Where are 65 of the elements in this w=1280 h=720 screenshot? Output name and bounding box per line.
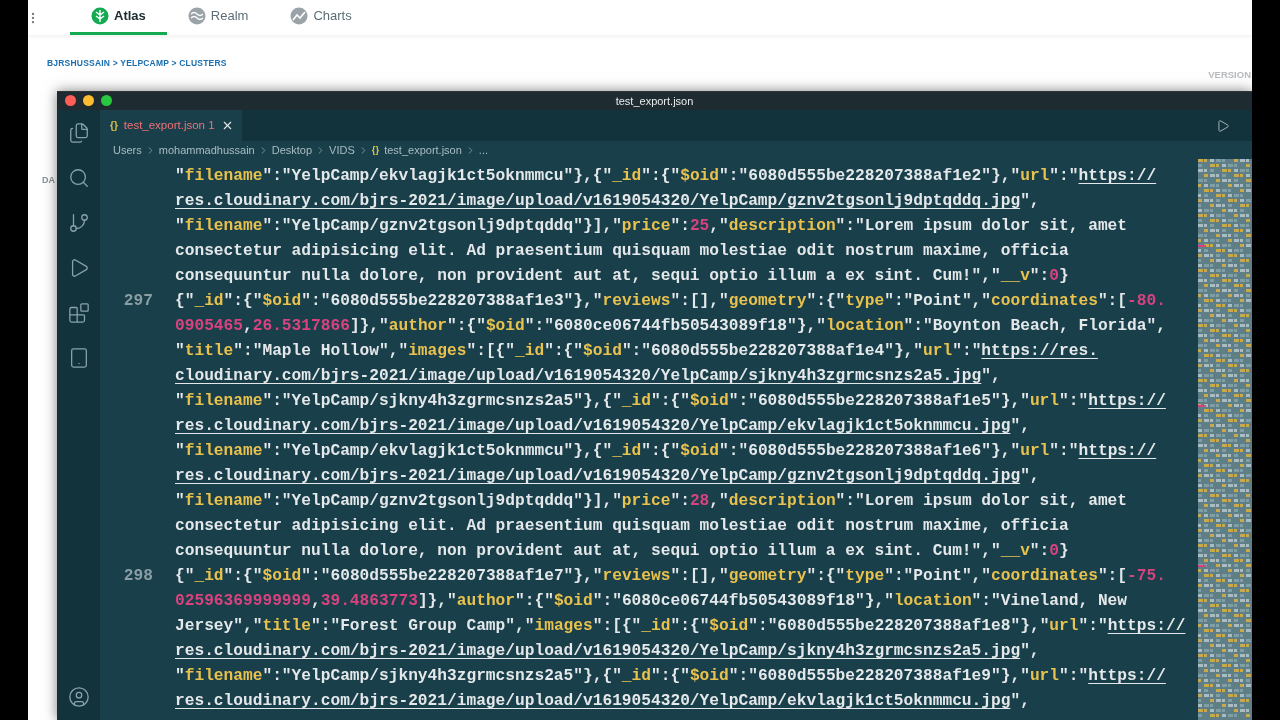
- code-link[interactable]: res.cloudinary.com/bjrs-2021/image/upload/v1619054320/YelpCamp/sjkny4h3zgrmcsnzs2a5.jpg: [175, 642, 1021, 660]
- zoom-window-icon[interactable]: [101, 95, 112, 106]
- code-line: "filename":"YelpCamp/ekvlagjk1ct5oknmmcu"},{"_id":{"$oid":"6080d555be228207388af1e6"},"url":"https://: [175, 441, 1157, 462]
- code-line: res.cloudinary.com/bjrs-2021/image/upload/v1619054320/YelpCamp/gznv2tgsonlj9dptqddq.jpg",: [175, 466, 1040, 487]
- version-label: VERSION: [1208, 68, 1251, 82]
- code-line: "filename":"YelpCamp/gznv2tgsonlj9dptqddq"}],"price":28,"description":"Lorem ipsum dolor sit, amet: [175, 491, 1128, 512]
- code-link[interactable]: res.cloudinary.com/bjrs-2021/image/upload/v1619054320/YelpCamp/ekvlagjk1ct5oknmmcu.jpg: [175, 417, 1011, 435]
- breadcrumb: BJRSHUSSAIN > YELPCAMP > CLUSTERS: [47, 57, 227, 70]
- code-line: consequuntur nulla dolore, non provident aut at, sequi optio illum a ex sint. Cum!","__v":0}: [175, 541, 1069, 562]
- code-line: cloudinary.com/bjrs-2021/image/upload/v1619054320/YelpCamp/sjkny4h3zgrmcsnzs2a5.jpg",: [175, 366, 1001, 387]
- code-link[interactable]: https://res.: [981, 342, 1098, 360]
- code-line: 02596369999999,39.4863773]},"author":{"$oid":"6080ce06744fb50543089f18"},"location":"Vineland, New: [175, 591, 1128, 612]
- code-link[interactable]: res.cloudinary.com/bjrs-2021/image/upload/v1619054320/YelpCamp/ekvlagjk1ct5oknmmcu.jpg: [175, 692, 1011, 710]
- code-link[interactable]: cloudinary.com/bjrs-2021/image/upload/v1619054320/YelpCamp/sjkny4h3zgrmcsnzs2a5.jpg: [175, 367, 982, 385]
- breadcrumb-item[interactable]: VIDS: [329, 141, 355, 159]
- json-file-icon: {}: [371, 142, 380, 158]
- breadcrumb-item[interactable]: Desktop: [271, 141, 313, 159]
- code-link[interactable]: https://: [1088, 667, 1166, 685]
- files-icon[interactable]: [67, 122, 90, 144]
- code-link[interactable]: res.cloudinary.com/bjrs-2021/image/upload/v1619054320/YelpCamp/gznv2tgsonlj9dptqddq.jpg: [175, 467, 1021, 485]
- source-control-icon[interactable]: [67, 212, 90, 234]
- search-icon[interactable]: [67, 167, 90, 189]
- code-line: consectetur adipisicing elit. Ad praesentium quisquam molestiae odit nostrum maxime, officia: [175, 241, 1069, 262]
- tab-label: test_export.json 1: [123, 117, 215, 133]
- product-tab[interactable]: Charts: [269, 0, 373, 35]
- code-link[interactable]: https://: [1078, 442, 1157, 460]
- code-line: res.cloudinary.com/bjrs-2021/image/upload/v1619054320/YelpCamp/ekvlagjk1ct5oknmmcu.jpg",: [175, 691, 1030, 712]
- wave-icon: [187, 7, 206, 25]
- code-line: consequuntur nulla dolore, non provident aut at, sequi optio illum a ex sint. Cum!","__v":0}: [175, 266, 1069, 287]
- code-line: {"_id":{"$oid":"6080d555be228207388af1e7"},"reviews":[],"geometry":{"type":"Point","coordinates":[-75.: [175, 566, 1166, 587]
- breadcrumb-item[interactable]: mohammadhussain: [158, 141, 255, 159]
- run-icon[interactable]: [1216, 118, 1230, 133]
- code-line: consectetur adipisicing elit. Ad praesentium quisquam molestiae odit nostrum maxime, officia: [175, 516, 1069, 537]
- code-line: "filename":"YelpCamp/gznv2tgsonlj9dptqddq"}],"price":25,"description":"Lorem ipsum dolor sit, amet: [175, 216, 1128, 237]
- window-title: test_export.json: [615, 93, 694, 109]
- breadcrumb-item[interactable]: test_export.json: [384, 141, 462, 159]
- breadcrumb-item[interactable]: Users: [113, 141, 142, 159]
- product-tab[interactable]: Realm: [166, 0, 270, 35]
- code-line: 0905465,26.5317866]},"author":{"$oid":"6080ce06744fb50543089f18"},"location":"Boynton Beach, Florida",: [175, 316, 1166, 337]
- json-file-icon: {}: [110, 118, 118, 133]
- code-link[interactable]: res.cloudinary.com/bjrs-2021/image/upload/v1619054320/YelpCamp/gznv2tgsonlj9dptqddq.jpg: [175, 192, 1021, 210]
- sidebar-label: DA: [42, 174, 55, 187]
- code-line: "filename":"YelpCamp/sjkny4h3zgrmcsnzs2a5"},{"_id":{"$oid":"6080d555be228207388af1e9"},"url":"https://: [175, 666, 1166, 687]
- code-link[interactable]: https://: [1088, 392, 1166, 410]
- code-link[interactable]: https://: [1107, 617, 1186, 635]
- editor-tab[interactable]: {} test_export.json 1: [100, 110, 242, 141]
- code-line: res.cloudinary.com/bjrs-2021/image/upload/v1619054320/YelpCamp/gznv2tgsonlj9dptqddq.jpg",: [175, 191, 1040, 212]
- minimize-window-icon[interactable]: [83, 95, 94, 106]
- account-icon[interactable]: [67, 686, 90, 708]
- leaf-icon: [91, 7, 109, 25]
- code-link[interactable]: https://: [1078, 167, 1157, 185]
- code-line: res.cloudinary.com/bjrs-2021/image/upload/v1619054320/YelpCamp/sjkny4h3zgrmcsnzs2a5.jpg",: [175, 641, 1040, 662]
- code-line: {"_id":{"$oid":"6080d555be228207388af1e3"},"reviews":[],"geometry":{"type":"Point","coordinates":[-80.: [175, 291, 1166, 312]
- code-line: res.cloudinary.com/bjrs-2021/image/upload/v1619054320/YelpCamp/ekvlagjk1ct5oknmmcu.jpg",: [175, 416, 1030, 437]
- chart-icon: [290, 7, 309, 25]
- product-tab[interactable]: Atlas: [70, 0, 167, 35]
- code-line: Jersey","title":"Forest Group Camp","images":[{"_id":{"$oid":"6080d555be228207388af1e8"},"url":"https://: [175, 616, 1186, 637]
- close-window-icon[interactable]: [65, 95, 76, 106]
- line-number: 297: [123, 292, 153, 310]
- line-number: 298: [123, 567, 153, 585]
- code-line: "title":"Maple Hollow","images":[{"_id":{"$oid":"6080d555be228207388af1e4"},"url":"https://res.: [175, 341, 1098, 362]
- breadcrumb-item[interactable]: ...: [478, 141, 488, 159]
- code-line: "filename":"YelpCamp/sjkny4h3zgrmcsnzs2a5"},{"_id":{"$oid":"6080d555be228207388af1e5"},"url":"https://: [175, 391, 1166, 412]
- code-line: "filename":"YelpCamp/ekvlagjk1ct5oknmmcu"},{"_id":{"$oid":"6080d555be228207388af1e2"},"url":"https://: [175, 166, 1157, 187]
- extensions-icon[interactable]: [67, 302, 90, 324]
